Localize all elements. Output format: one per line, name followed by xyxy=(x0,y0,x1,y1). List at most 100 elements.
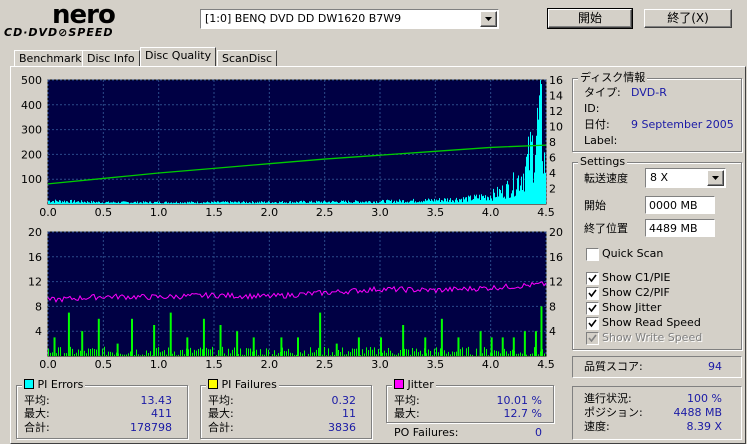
pif-bar xyxy=(131,318,133,356)
disc-info-title: ディスク情報 xyxy=(578,71,648,84)
dropdown-arrow-icon[interactable] xyxy=(480,11,497,27)
pif-bar xyxy=(116,343,119,356)
pi-failures-y-left-tick: 20 xyxy=(28,226,42,239)
pi-failures-x-tick: 2.5 xyxy=(316,358,334,370)
tab-benchmark[interactable]: Benchmark xyxy=(14,50,87,66)
jitter-max: 12.7 % xyxy=(503,407,542,420)
pif-bar xyxy=(202,318,205,356)
pif-bar xyxy=(501,337,504,356)
show-c1-label[interactable]: Show C1/PIE xyxy=(602,271,670,284)
pi-errors-x-tick: 0.0 xyxy=(39,206,57,218)
pi-failures-y-right-tick: 16 xyxy=(549,251,563,264)
pi-failures-avg: 0.32 xyxy=(331,394,357,407)
show-c2-label[interactable]: Show C2/PIF xyxy=(602,286,670,299)
show-jitter-label[interactable]: Show Jitter xyxy=(602,301,661,314)
pi-errors-avg-label: 平均: xyxy=(24,394,50,407)
progress-position-label: ポジション: xyxy=(584,406,643,419)
pif-bar xyxy=(297,337,299,356)
disc-type-label: タイプ: xyxy=(584,86,621,99)
pi-errors-y-right-tick: 10 xyxy=(549,121,563,134)
exit-button[interactable]: 終了(X) xyxy=(644,9,732,28)
pi-errors-y-right-tick: 4 xyxy=(549,167,556,180)
pi-failures-y-right-tick: 4 xyxy=(549,325,556,338)
pi-failures-y-left-tick: 4 xyxy=(35,325,42,338)
po-failures-value: 0 xyxy=(535,426,542,439)
pi-failures-x-tick: 3.0 xyxy=(371,358,389,370)
pi-errors-y-right-tick: 6 xyxy=(549,152,556,165)
jitter-avg: 10.01 % xyxy=(496,394,542,407)
pi-failures-y-left-tick: 16 xyxy=(28,251,42,264)
speed-dropdown-arrow-icon[interactable] xyxy=(707,170,724,186)
pif-bar xyxy=(97,318,100,356)
show-read-speed-checkbox[interactable] xyxy=(586,317,599,330)
speed-select-value: 8 X xyxy=(650,171,669,184)
pif-bar xyxy=(357,337,360,356)
pif-bar xyxy=(219,325,222,356)
pi-failures-y-right-tick: 8 xyxy=(549,300,556,313)
progress-speed-label: 速度: xyxy=(584,420,610,433)
pi-failures-x-tick: 2.0 xyxy=(261,358,279,370)
po-failures-label: PO Failures: xyxy=(394,426,459,439)
drive-select-value: [1:0] BENQ DVD DD DW1620 B7W9 xyxy=(205,12,402,25)
pi-failures-x-tick: 4.0 xyxy=(482,358,500,370)
jitter-title-wrap: Jitter xyxy=(392,379,436,391)
pi-failures-y-left-tick: 8 xyxy=(35,300,42,313)
pi-errors-x-tick: 2.5 xyxy=(316,206,334,218)
show-write-speed-checkbox xyxy=(586,332,599,345)
pi-errors-x-tick: 0.5 xyxy=(95,206,113,218)
disc-date-value: 9 September 2005 xyxy=(631,118,734,131)
speed-select[interactable]: 8 X xyxy=(645,168,726,188)
jitter-avg-label: 平均: xyxy=(394,394,420,407)
show-c1-checkbox[interactable] xyxy=(586,272,599,285)
pi-failures-y-right-tick: 12 xyxy=(549,276,563,289)
pi-errors-swatch xyxy=(24,379,34,389)
pi-errors-x-tick: 4.0 xyxy=(482,206,500,218)
pif-bar xyxy=(53,337,56,356)
pi-errors-y-right-tick: 2 xyxy=(549,183,556,196)
quick-scan-checkbox[interactable] xyxy=(586,248,599,261)
show-c2-checkbox[interactable] xyxy=(586,287,599,300)
pi-errors-y-left-tick: 400 xyxy=(21,99,42,112)
start-position-input[interactable]: 0000 MB xyxy=(645,196,715,214)
show-jitter-checkbox[interactable] xyxy=(586,302,599,315)
pi-errors-x-tick: 3.0 xyxy=(371,206,389,218)
disc-date-label: 日付: xyxy=(584,118,610,131)
pi-errors-x-tick: 3.5 xyxy=(427,206,445,218)
pi-failures-x-tick: 4.5 xyxy=(537,358,555,370)
end-position-input[interactable]: 4489 MB xyxy=(645,219,715,237)
disc-label-label: Label: xyxy=(584,134,618,147)
pi-errors-y-left-tick: 100 xyxy=(21,173,42,186)
pif-bar xyxy=(523,331,526,356)
pif-bar xyxy=(490,337,493,356)
jitter-max-label: 最大: xyxy=(394,407,420,420)
disc-type-value: DVD-R xyxy=(631,86,667,99)
quick-scan-label[interactable]: Quick Scan xyxy=(602,247,663,260)
jitter-title: Jitter xyxy=(407,378,434,391)
pi-errors-chart: 0.0 0.5 1.0 1.5 2.0 2.5 3.0 3.5 4.0 4.5 500 400 300 2… xyxy=(21,74,563,218)
tab-scandisc[interactable]: ScanDisc xyxy=(217,50,278,66)
show-read-speed-label[interactable]: Show Read Speed xyxy=(602,316,701,329)
pi-errors-y-right-tick: 14 xyxy=(549,90,563,103)
pi-failures-x-tick: 0.5 xyxy=(95,358,113,370)
pi-failures-max: 11 xyxy=(342,407,356,420)
pi-failures-max-label: 最大: xyxy=(208,407,234,420)
progress-speed-value: 8.39 X xyxy=(686,420,722,433)
pi-failures-y-right-tick: 20 xyxy=(549,226,563,239)
settings-title: Settings xyxy=(578,155,628,168)
tab-disc-quality[interactable]: Disc Quality xyxy=(140,47,217,66)
speed-label: 転送速度 xyxy=(584,172,628,185)
pif-bar xyxy=(67,312,70,356)
pif-bar xyxy=(440,318,443,356)
tab-disc-info[interactable]: Disc Info xyxy=(82,50,140,66)
progress-status-value: 100 % xyxy=(687,392,722,405)
pi-failures-title-wrap: PI Failures xyxy=(206,379,279,391)
pif-bar xyxy=(402,325,405,356)
drive-select[interactable]: [1:0] BENQ DVD DD DW1620 B7W9 xyxy=(200,9,499,29)
pif-bar xyxy=(540,306,543,356)
pi-errors-max: 411 xyxy=(151,407,172,420)
start-button[interactable]: 開始 xyxy=(547,8,633,29)
pi-errors-y-right-tick: 8 xyxy=(549,136,556,149)
pi-errors-y-right-tick: 12 xyxy=(549,105,563,118)
pi-errors-x-tick: 4.5 xyxy=(537,206,555,218)
pi-errors-x-tick: 1.0 xyxy=(150,206,168,218)
